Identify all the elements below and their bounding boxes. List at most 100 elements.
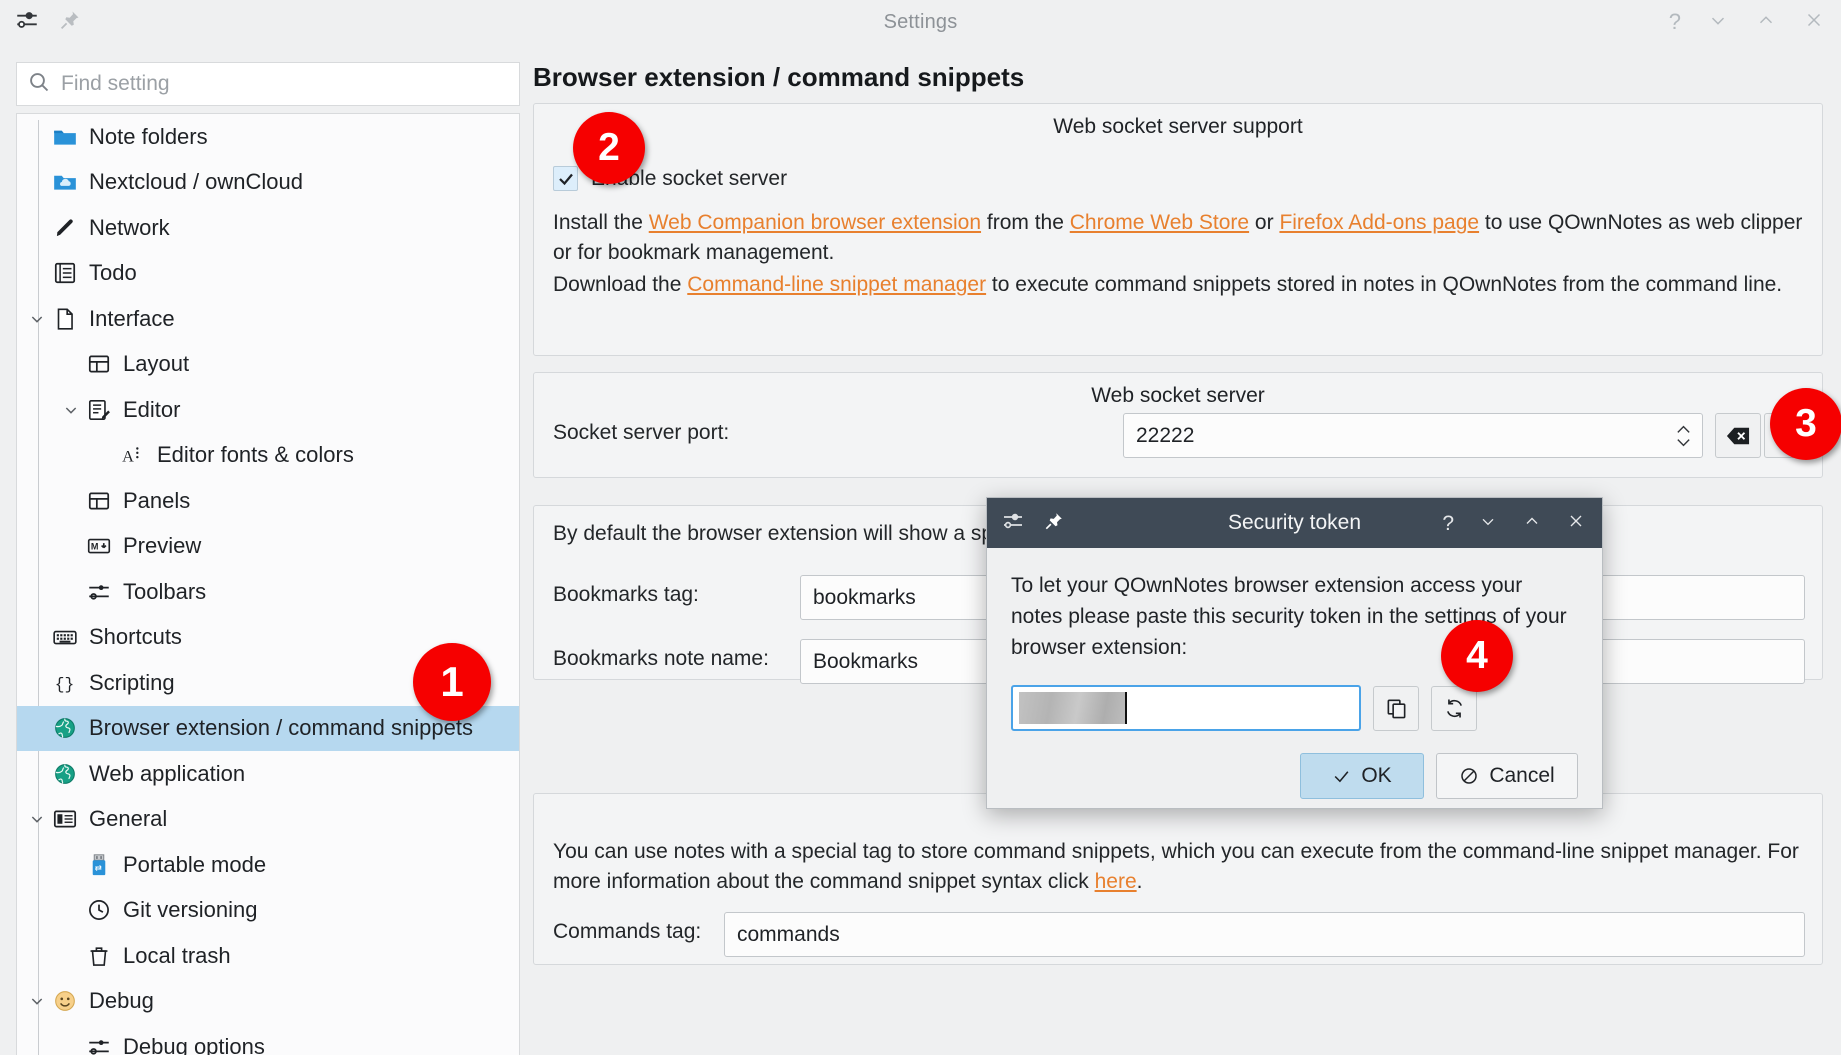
- svg-text:{}: {}: [55, 675, 75, 694]
- web-companion-extension-link[interactable]: Web Companion browser extension: [649, 211, 981, 234]
- annotation-badge-1: 1: [413, 643, 491, 721]
- settings-tree[interactable]: Note folders Nextcloud / ownCloud Network T…: [16, 113, 520, 1055]
- sidebar-item-toolbars[interactable]: Toolbars: [17, 569, 519, 615]
- p2-post: to execute command snippets stored in no…: [986, 273, 1782, 296]
- folder-icon: [51, 124, 79, 150]
- command-snippet-syntax-link[interactable]: here: [1095, 870, 1137, 893]
- sidebar-item-label: Note folders: [79, 124, 208, 150]
- keyboard-icon: [51, 624, 79, 650]
- sidebar-item-preview[interactable]: MPreview: [17, 524, 519, 570]
- sidebar-item-interface[interactable]: Interface: [17, 296, 519, 342]
- copy-token-button[interactable]: [1373, 686, 1419, 731]
- sidebar-item-nextcloud-owncloud[interactable]: Nextcloud / ownCloud: [17, 160, 519, 206]
- sidebar-item-local-trash[interactable]: Local trash: [17, 933, 519, 979]
- dialog-titlebar: Security token ?: [987, 498, 1602, 548]
- search-placeholder: Find setting: [61, 72, 170, 96]
- panels-icon: [85, 488, 113, 514]
- commands-desc-pre: You can use notes with a special tag to …: [553, 840, 1799, 893]
- layout-icon: [85, 351, 113, 377]
- editor-icon: [85, 397, 113, 423]
- ok-button[interactable]: OK: [1300, 753, 1424, 799]
- tree-twisty[interactable]: [23, 311, 51, 327]
- socket-server-group: Web socket server Socket server port: 22…: [533, 372, 1823, 478]
- commands-desc-post: .: [1137, 870, 1143, 893]
- svg-text:⇄: ⇄: [95, 863, 103, 873]
- sidebar-item-label: Preview: [113, 533, 201, 559]
- window-titlebar: Settings ?: [0, 0, 1841, 44]
- sidebar-item-panels[interactable]: Panels: [17, 478, 519, 524]
- socket-support-paragraph-1: Install the Web Companion browser extens…: [553, 208, 1805, 268]
- bookmarks-note-name-value: Bookmarks: [813, 650, 918, 674]
- sidebar-item-label: Web application: [79, 761, 245, 787]
- annotation-badge-2: 2: [573, 112, 645, 184]
- sidebar-item-network[interactable]: Network: [17, 205, 519, 251]
- sidebar-item-debug-options[interactable]: Debug options: [17, 1024, 519, 1055]
- sidebar-item-label: Todo: [79, 260, 137, 286]
- ok-button-label: OK: [1361, 764, 1391, 788]
- settings-window: Settings ? Find setting Note folders Next…: [0, 0, 1841, 1055]
- sidebar-item-label: Editor: [113, 397, 180, 423]
- network-icon: [51, 215, 79, 241]
- close-button[interactable]: [1803, 9, 1825, 35]
- command-line-snippet-manager-link[interactable]: Command-line snippet manager: [687, 273, 986, 296]
- sidebar-item-label: Nextcloud / ownCloud: [79, 169, 303, 195]
- tree-twisty[interactable]: [57, 402, 85, 418]
- socket-support-title: Web socket server support: [534, 115, 1822, 139]
- sidebar-item-general[interactable]: General: [17, 797, 519, 843]
- tree-twisty[interactable]: [23, 993, 51, 1009]
- toolbars-icon: [85, 579, 113, 605]
- cancel-button[interactable]: Cancel: [1436, 753, 1578, 799]
- sidebar-item-label: Portable mode: [113, 852, 266, 878]
- globe-icon: [51, 715, 79, 741]
- sidebar-item-note-folders[interactable]: Note folders: [17, 114, 519, 160]
- sidebar-item-editor[interactable]: Editor: [17, 387, 519, 433]
- sidebar-item-label: Scripting: [79, 670, 175, 696]
- sidebar-item-git-versioning[interactable]: Git versioning: [17, 888, 519, 934]
- p2-pre: Download the: [553, 273, 687, 296]
- minimize-button[interactable]: [1707, 9, 1729, 35]
- tree-twisty[interactable]: [23, 811, 51, 827]
- sidebar-item-web-application[interactable]: Web application: [17, 751, 519, 797]
- markdown-icon: M: [85, 533, 113, 559]
- cancel-button-label: Cancel: [1489, 764, 1554, 788]
- dialog-help-button[interactable]: ?: [1442, 513, 1454, 534]
- search-input[interactable]: Find setting: [16, 62, 520, 106]
- trash-icon: [85, 943, 113, 969]
- maximize-button[interactable]: [1755, 9, 1777, 35]
- sidebar-item-label: Toolbars: [113, 579, 206, 605]
- socket-support-paragraph-2: Download the Command-line snippet manage…: [553, 270, 1805, 300]
- dialog-close-button[interactable]: [1566, 511, 1586, 535]
- sidebar-item-layout[interactable]: Layout: [17, 342, 519, 388]
- sidebar-item-label: Panels: [113, 488, 190, 514]
- annotation-badge-4: 4: [1441, 620, 1513, 692]
- interface-icon: [51, 306, 79, 332]
- dialog-maximize-button[interactable]: [1522, 511, 1542, 535]
- braces-icon: {}: [51, 670, 79, 696]
- sidebar-item-todo[interactable]: Todo: [17, 251, 519, 297]
- socket-server-port-input[interactable]: 22222: [1123, 413, 1703, 458]
- token-redacted-value: [1019, 692, 1127, 724]
- help-button[interactable]: ?: [1669, 11, 1681, 33]
- regenerate-token-button[interactable]: [1431, 686, 1477, 731]
- chrome-web-store-link[interactable]: Chrome Web Store: [1070, 211, 1249, 234]
- clock-icon: [85, 897, 113, 923]
- commands-tag-input[interactable]: commands: [724, 912, 1805, 957]
- sidebar-item-label: Local trash: [113, 943, 231, 969]
- window-title: Settings: [0, 11, 1841, 34]
- sidebar-item-label: Debug options: [113, 1034, 265, 1055]
- sidebar-item-portable-mode[interactable]: ⇄ Portable mode: [17, 842, 519, 888]
- security-token-input[interactable]: [1011, 685, 1361, 731]
- clear-port-button[interactable]: [1715, 413, 1761, 458]
- sidebar-item-debug[interactable]: Debug: [17, 979, 519, 1025]
- sidebar-item-editor-fonts-colors[interactable]: AEditor fonts & colors: [17, 433, 519, 479]
- checkbox-box: [553, 166, 578, 191]
- sidebar-item-label: Debug: [79, 988, 154, 1014]
- socket-server-title: Web socket server: [534, 384, 1822, 408]
- dialog-minimize-button[interactable]: [1478, 511, 1498, 535]
- bookmarks-note-name-label: Bookmarks note name:: [553, 647, 769, 671]
- firefox-addons-link[interactable]: Firefox Add-ons page: [1279, 211, 1479, 234]
- spinbox-arrows[interactable]: [1675, 424, 1692, 448]
- p1-mid2: or: [1249, 211, 1279, 234]
- socket-server-port-label: Socket server port:: [553, 421, 729, 445]
- commands-tag-value: commands: [737, 923, 840, 947]
